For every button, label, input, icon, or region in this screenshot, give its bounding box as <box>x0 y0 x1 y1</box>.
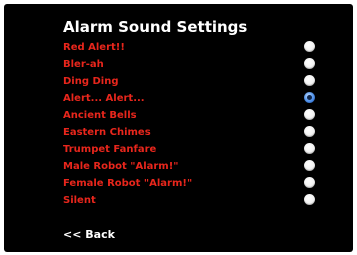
alarm-sound-list: Red Alert!! Bler-ah Ding Ding Alert... A… <box>63 39 323 209</box>
alarm-option-label: Ding Ding <box>63 76 119 87</box>
alarm-option-male-robot[interactable]: Male Robot "Alarm!" <box>63 158 323 175</box>
alarm-option-ancient-bells[interactable]: Ancient Bells <box>63 107 323 124</box>
radio-button[interactable] <box>304 126 315 137</box>
radio-button[interactable] <box>304 75 315 86</box>
alarm-option-ding-ding[interactable]: Ding Ding <box>63 73 323 90</box>
alarm-option-alert-alert[interactable]: Alert... Alert... <box>63 90 323 107</box>
radio-button[interactable] <box>304 58 315 69</box>
alarm-option-label: Eastern Chimes <box>63 127 151 138</box>
alarm-option-label: Bler-ah <box>63 59 104 70</box>
alarm-option-silent[interactable]: Silent <box>63 192 323 209</box>
radio-button[interactable] <box>304 143 315 154</box>
alarm-option-label: Alert... Alert... <box>63 93 145 104</box>
radio-button[interactable] <box>304 109 315 120</box>
alarm-option-bler-ah[interactable]: Bler-ah <box>63 56 323 73</box>
alarm-option-label: Male Robot "Alarm!" <box>63 161 179 172</box>
radio-button-selected[interactable] <box>304 92 315 103</box>
radio-button[interactable] <box>304 194 315 205</box>
radio-button[interactable] <box>304 160 315 171</box>
radio-button[interactable] <box>304 41 315 52</box>
radio-selected-dot <box>307 95 312 100</box>
alarm-option-red-alert[interactable]: Red Alert!! <box>63 39 323 56</box>
alarm-option-trumpet-fanfare[interactable]: Trumpet Fanfare <box>63 141 323 158</box>
back-button[interactable]: << Back <box>63 228 115 242</box>
alarm-option-eastern-chimes[interactable]: Eastern Chimes <box>63 124 323 141</box>
page-title: Alarm Sound Settings <box>63 18 248 36</box>
alarm-option-female-robot[interactable]: Female Robot "Alarm!" <box>63 175 323 192</box>
alarm-option-label: Female Robot "Alarm!" <box>63 178 193 189</box>
alarm-option-label: Silent <box>63 195 96 206</box>
alarm-option-label: Red Alert!! <box>63 42 125 53</box>
alarm-option-label: Trumpet Fanfare <box>63 144 157 155</box>
alarm-option-label: Ancient Bells <box>63 110 137 121</box>
radio-button[interactable] <box>304 177 315 188</box>
alarm-settings-screen: Alarm Sound Settings Red Alert!! Bler-ah… <box>4 4 353 252</box>
